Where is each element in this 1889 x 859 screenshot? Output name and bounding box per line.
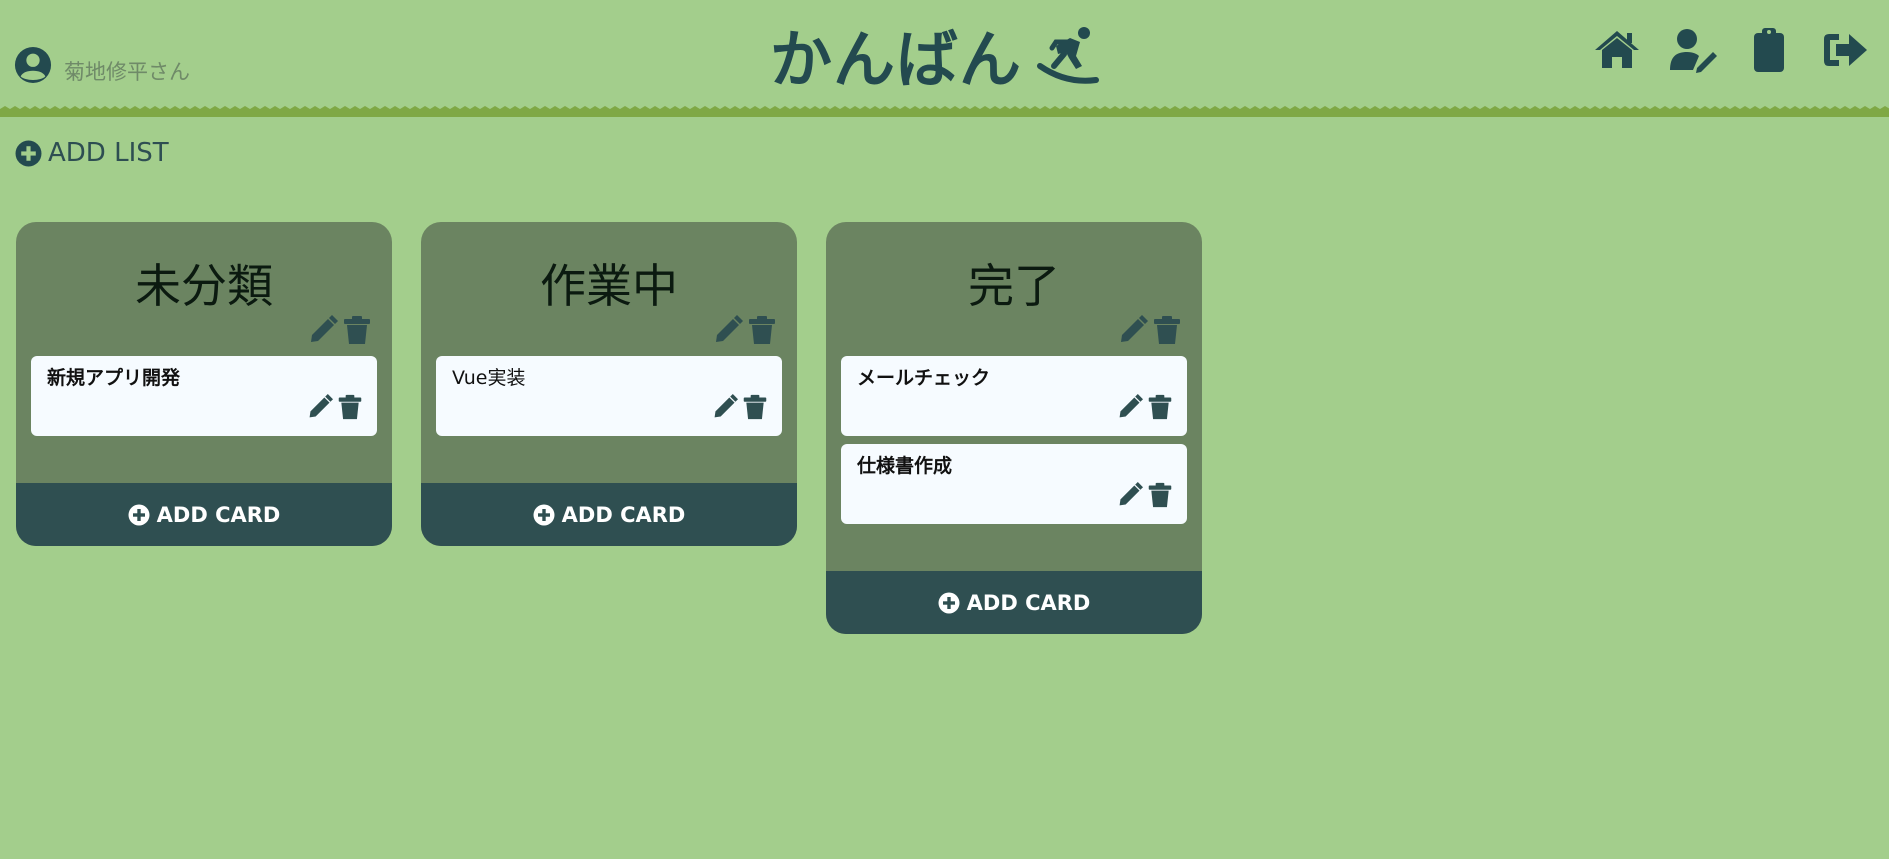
card-title: 新規アプリ開発 bbox=[47, 367, 181, 389]
list-actions bbox=[16, 310, 392, 350]
list-title: 完了 bbox=[968, 259, 1060, 313]
pencil-icon bbox=[716, 315, 743, 342]
edit-card-button[interactable] bbox=[307, 394, 333, 420]
card-actions bbox=[303, 394, 363, 420]
add-card-label: ADD CARD bbox=[966, 590, 1091, 615]
logout-button[interactable] bbox=[1821, 26, 1869, 74]
trash-icon bbox=[344, 316, 370, 344]
card-actions bbox=[1113, 482, 1173, 508]
list-title: 作業中 bbox=[540, 259, 678, 313]
plus-circle-icon bbox=[15, 140, 42, 166]
delete-card-button[interactable] bbox=[1147, 482, 1173, 508]
list-column: 作業中 Vue実装 ADD CARD bbox=[421, 222, 797, 546]
add-card-label: ADD CARD bbox=[561, 502, 686, 527]
app-logo: かんばん bbox=[770, 18, 1100, 96]
delete-card-button[interactable] bbox=[1147, 394, 1173, 420]
home-icon bbox=[1595, 31, 1639, 68]
add-card-button[interactable]: ADD CARD bbox=[421, 483, 797, 546]
card[interactable]: Vue実装 bbox=[436, 356, 782, 436]
trash-icon bbox=[749, 316, 775, 344]
edit-card-button[interactable] bbox=[1117, 394, 1143, 420]
trash-icon bbox=[1154, 316, 1180, 344]
delete-card-button[interactable] bbox=[742, 394, 768, 420]
card-actions bbox=[708, 394, 768, 420]
user-name: 菊地修平さん bbox=[64, 60, 190, 84]
delete-list-button[interactable] bbox=[747, 315, 777, 345]
card[interactable]: 仕様書作成 bbox=[841, 444, 1187, 524]
card-title: メールチェック bbox=[857, 367, 991, 389]
pencil-icon bbox=[309, 394, 333, 418]
list-title: 未分類 bbox=[135, 259, 273, 313]
sign-out-icon bbox=[1824, 34, 1867, 66]
pencil-icon bbox=[311, 315, 338, 342]
board-button[interactable] bbox=[1745, 26, 1793, 74]
delete-card-button[interactable] bbox=[337, 394, 363, 420]
user-edit-icon bbox=[1670, 29, 1717, 73]
card-title: Vue実装 bbox=[452, 367, 526, 389]
card[interactable]: メールチェック bbox=[841, 356, 1187, 436]
clipboard-icon bbox=[1754, 28, 1784, 72]
trash-icon bbox=[743, 394, 767, 420]
user-circle-icon bbox=[14, 46, 52, 84]
card-list: メールチェック 仕様書作成 bbox=[826, 350, 1202, 524]
card-actions bbox=[1113, 394, 1173, 420]
card-list: 新規アプリ開発 bbox=[16, 350, 392, 436]
edit-card-button[interactable] bbox=[712, 394, 738, 420]
card-list: Vue実装 bbox=[421, 350, 797, 436]
pencil-icon bbox=[1119, 394, 1143, 418]
add-card-button[interactable]: ADD CARD bbox=[16, 483, 392, 546]
app-header: 菊地修平さん かんばん bbox=[0, 0, 1889, 110]
plus-circle-icon bbox=[533, 504, 555, 525]
trash-icon bbox=[1148, 394, 1172, 420]
pencil-icon bbox=[1121, 315, 1148, 342]
trash-icon bbox=[1148, 482, 1172, 508]
pencil-icon bbox=[714, 394, 738, 418]
add-list-label: ADD LIST bbox=[48, 138, 169, 168]
list-actions bbox=[421, 310, 797, 350]
edit-card-button[interactable] bbox=[1117, 482, 1143, 508]
delete-list-button[interactable] bbox=[1152, 315, 1182, 345]
logo-text: かんばん bbox=[770, 23, 1023, 96]
edit-list-button[interactable] bbox=[713, 315, 743, 345]
edit-list-button[interactable] bbox=[308, 315, 338, 345]
snowboarder-icon bbox=[1037, 27, 1100, 84]
plus-circle-icon bbox=[938, 592, 960, 613]
add-card-label: ADD CARD bbox=[156, 502, 281, 527]
plus-circle-icon bbox=[128, 504, 150, 525]
header-divider bbox=[0, 106, 1889, 117]
add-card-button[interactable]: ADD CARD bbox=[826, 571, 1202, 634]
add-list-button[interactable]: ADD LIST bbox=[15, 138, 169, 168]
edit-list-button[interactable] bbox=[1118, 315, 1148, 345]
list-column: 完了 メールチェック 仕様書作成 ADD CARD bbox=[826, 222, 1202, 634]
edit-profile-button[interactable] bbox=[1669, 26, 1717, 74]
trash-icon bbox=[338, 394, 362, 420]
home-button[interactable] bbox=[1593, 26, 1641, 74]
header-nav bbox=[1565, 26, 1869, 74]
pencil-icon bbox=[1119, 482, 1143, 506]
user-info: 菊地修平さん bbox=[14, 45, 190, 85]
delete-list-button[interactable] bbox=[342, 315, 372, 345]
card[interactable]: 新規アプリ開発 bbox=[31, 356, 377, 436]
card-title: 仕様書作成 bbox=[857, 455, 953, 477]
list-actions bbox=[826, 310, 1202, 350]
list-column: 未分類 新規アプリ開発 ADD CARD bbox=[16, 222, 392, 546]
